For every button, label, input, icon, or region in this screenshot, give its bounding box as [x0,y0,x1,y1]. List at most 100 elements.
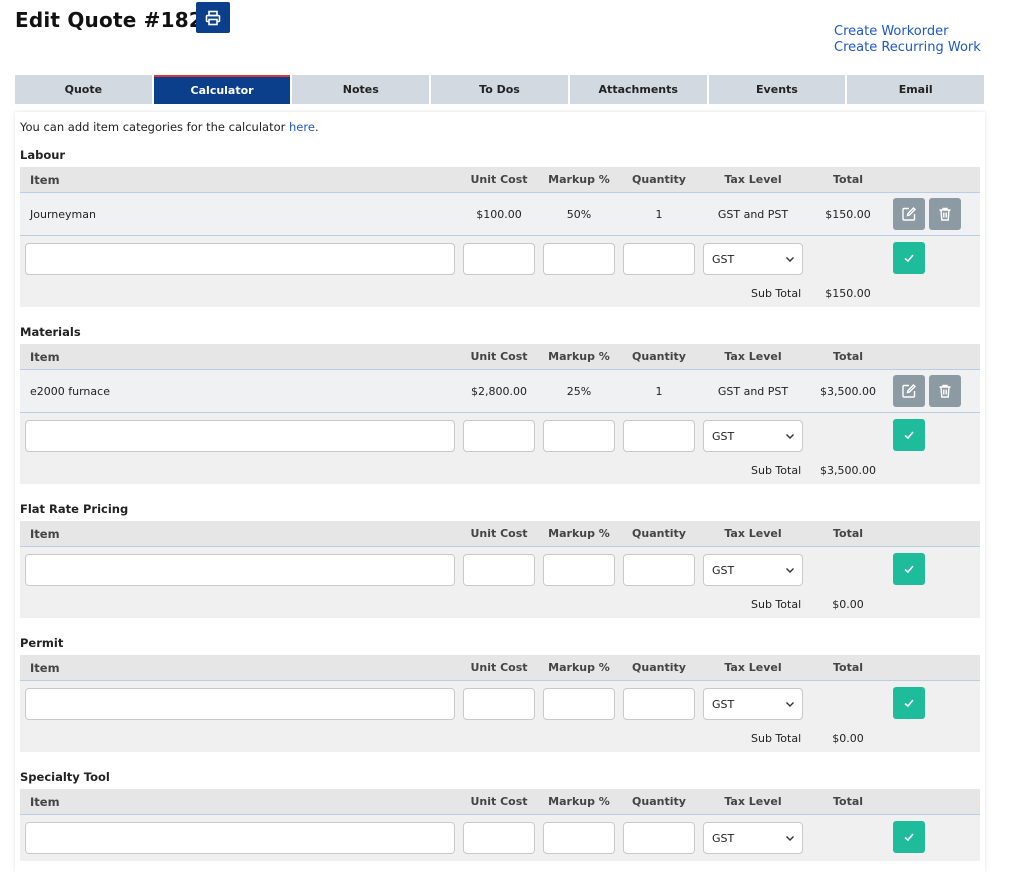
new-item-markup-input[interactable] [543,554,615,586]
column-header-markup: Markup % [548,795,610,808]
delete-row-button[interactable] [929,198,961,230]
tab-quote[interactable]: Quote [15,75,152,104]
new-item-markup-input[interactable] [543,420,615,452]
section-table: Item Unit Cost Markup % Quantity Tax Level To… [20,167,980,307]
new-item-tax-select[interactable]: GST [703,243,803,275]
edit-icon [902,384,916,398]
new-item-tax-select[interactable]: GST [703,420,803,452]
column-header-markup: Markup % [548,527,610,540]
column-header-total: Total [832,795,864,808]
column-header-markup: Markup % [548,661,610,674]
row-markup: 25% [566,384,592,398]
tab-events[interactable]: Events [708,75,846,104]
section-table: Item Unit Cost Markup % Quantity Tax Level To… [20,655,980,752]
table-row: e2000 furnace $2,800.00 25% 1 GST and PST $3,… [20,370,980,413]
chevron-down-icon [786,257,794,262]
new-item-markup-input[interactable] [543,243,615,275]
row-unit-cost: $2,800.00 [471,384,527,398]
tab-notes[interactable]: Notes [292,75,430,104]
new-item-unit-cost-input[interactable] [463,688,535,720]
new-item-unit-cost-input[interactable] [463,420,535,452]
add-item-button[interactable] [893,821,925,853]
new-item-row: GST [20,413,980,459]
tab-bar: Quote Calculator Notes To Dos Attachment… [15,75,985,104]
table-header-row: Item Unit Cost Markup % Quantity Tax Level To… [20,521,980,547]
column-header-unit-cost: Unit Cost [470,527,528,540]
chevron-down-icon [786,702,794,707]
subtotal-row: Sub Total $3,500.00 [20,459,980,484]
column-header-item: Item [30,349,60,364]
new-item-tax-select[interactable]: GST [703,554,803,586]
column-header-item: Item [30,794,60,809]
subtotal-label: Sub Total [751,287,802,300]
tab-calculator[interactable]: Calculator [153,75,291,104]
column-header-unit-cost: Unit Cost [470,661,528,674]
new-item-quantity-input[interactable] [623,243,695,275]
new-item-unit-cost-input[interactable] [463,554,535,586]
new-item-quantity-input[interactable] [623,420,695,452]
categories-here-link[interactable]: here [289,120,315,134]
edit-row-button[interactable] [893,375,925,407]
new-item-quantity-input[interactable] [623,822,695,854]
row-total: $3,500.00 [820,384,876,398]
column-header-total: Total [832,350,864,363]
table-header-row: Item Unit Cost Markup % Quantity Tax Level To… [20,655,980,681]
new-item-row: GST [20,236,980,282]
create-recurring-work-link[interactable]: Create Recurring Work [834,40,981,56]
column-header-tax-level: Tax Level [724,661,782,674]
delete-row-button[interactable] [929,375,961,407]
printer-icon [205,10,221,25]
row-item-name: e2000 furnace [30,384,110,398]
new-item-tax-select[interactable]: GST [703,688,803,720]
column-header-unit-cost: Unit Cost [470,173,528,186]
add-item-button[interactable] [893,553,925,585]
subtotal-row: Sub Total $0.00 [20,727,980,752]
row-tax-level: GST and PST [717,384,789,398]
tab-email[interactable]: Email [847,75,985,104]
edit-row-button[interactable] [893,198,925,230]
chevron-down-icon [786,434,794,439]
add-item-button[interactable] [893,419,925,451]
tax-select-value: GST [712,252,735,266]
new-item-name-input[interactable] [25,420,455,452]
row-total: $150.00 [825,207,871,221]
tax-select-value: GST [712,563,735,577]
new-item-row: GST [20,681,980,727]
new-item-name-input[interactable] [25,822,455,854]
tab-todos[interactable]: To Dos [431,75,568,104]
add-item-button[interactable] [893,242,925,274]
section-table: Item Unit Cost Markup % Quantity Tax Level To… [20,344,980,484]
column-header-quantity: Quantity [632,350,686,363]
new-item-quantity-input[interactable] [623,554,695,586]
tab-attachments[interactable]: Attachments [569,75,707,104]
add-item-button[interactable] [893,687,925,719]
tax-select-value: GST [712,697,735,711]
check-icon [904,565,914,574]
subtotal-row: Sub Total $150.00 [20,282,980,307]
section-table: Item Unit Cost Markup % Quantity Tax Level To… [20,789,980,861]
subtotal-value: $3,500.00 [820,464,876,477]
column-header-quantity: Quantity [632,173,686,186]
column-header-tax-level: Tax Level [724,173,782,186]
subtotal-value: $0.00 [832,598,864,611]
tax-select-value: GST [712,429,735,443]
column-header-markup: Markup % [548,350,610,363]
create-workorder-link[interactable]: Create Workorder [834,24,981,40]
new-item-tax-select[interactable]: GST [703,822,803,854]
new-item-unit-cost-input[interactable] [463,243,535,275]
new-item-name-input[interactable] [25,243,455,275]
subtotal-row: Sub Total $0.00 [20,593,980,618]
column-header-total: Total [832,173,864,186]
page-title: Edit Quote #1828 [15,8,218,32]
new-item-unit-cost-input[interactable] [463,822,535,854]
new-item-quantity-input[interactable] [623,688,695,720]
column-header-quantity: Quantity [632,527,686,540]
row-quantity: 1 [655,207,663,221]
new-item-markup-input[interactable] [543,822,615,854]
new-item-name-input[interactable] [25,688,455,720]
section-title: Flat Rate Pricing [20,502,129,516]
print-button[interactable] [196,2,230,33]
trash-icon [939,207,951,221]
new-item-markup-input[interactable] [543,688,615,720]
new-item-name-input[interactable] [25,554,455,586]
